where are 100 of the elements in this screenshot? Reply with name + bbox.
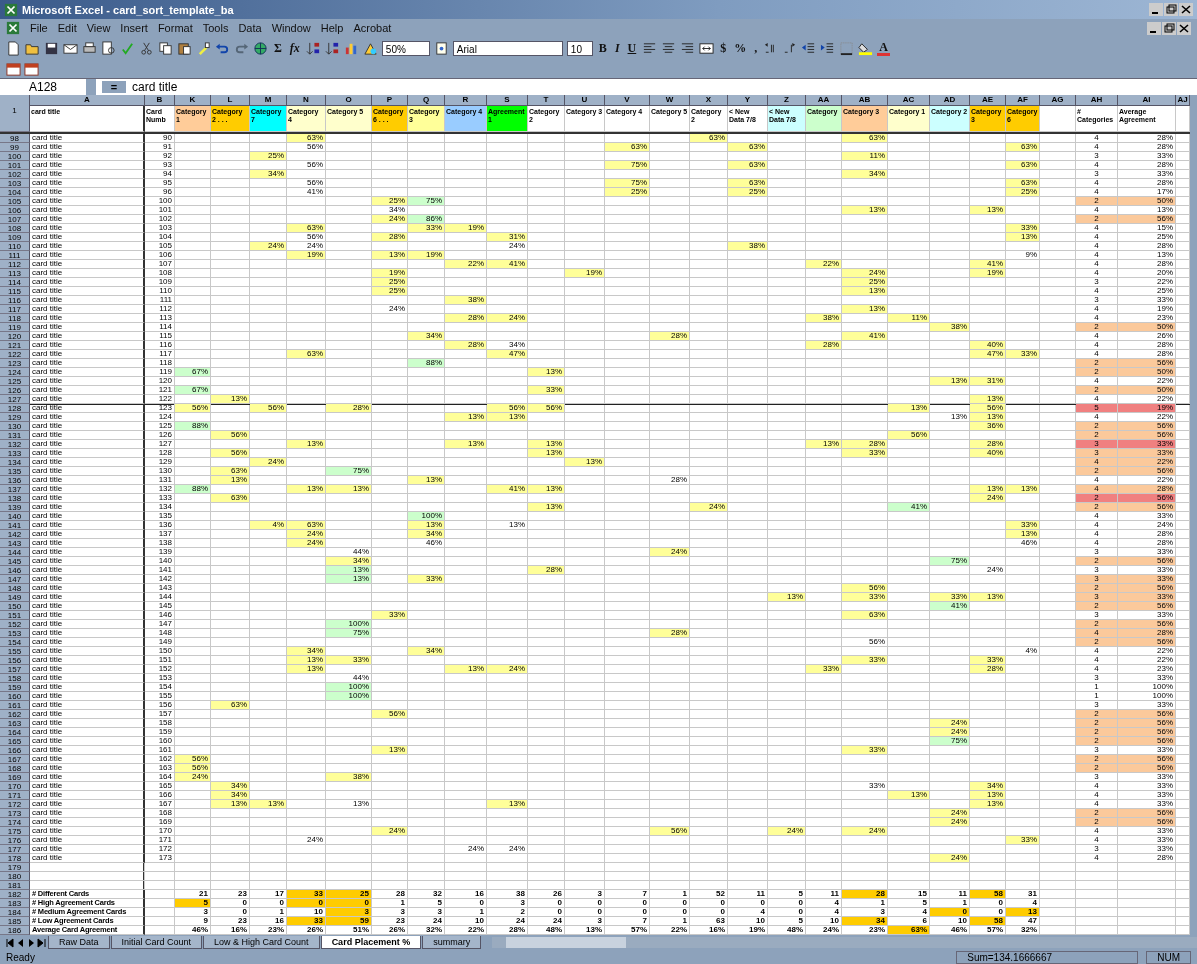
column-header[interactable]: Z bbox=[768, 95, 806, 106]
column-header[interactable]: AI bbox=[1118, 95, 1176, 106]
table-cell: 2 bbox=[1076, 584, 1118, 593]
comma-button[interactable]: , bbox=[752, 41, 760, 57]
column-header[interactable]: B bbox=[145, 95, 175, 106]
column-header[interactable]: AB bbox=[842, 95, 888, 106]
close-icon[interactable] bbox=[1179, 3, 1193, 17]
table-cell: 165 bbox=[145, 782, 175, 791]
menu-item[interactable]: View bbox=[86, 22, 111, 35]
minimize-icon[interactable] bbox=[1147, 21, 1161, 35]
brush-icon[interactable] bbox=[196, 41, 211, 57]
new-file-icon[interactable] bbox=[6, 41, 21, 57]
column-header[interactable]: X bbox=[690, 95, 728, 106]
copy-icon[interactable] bbox=[158, 41, 173, 57]
horizontal-scrollbar[interactable] bbox=[492, 937, 1197, 948]
column-header[interactable]: K bbox=[175, 95, 211, 106]
column-header[interactable]: O bbox=[326, 95, 372, 106]
table-cell: 33% bbox=[1118, 296, 1176, 305]
font-size-dropdown[interactable]: 10 bbox=[566, 41, 593, 57]
bold-button[interactable]: B bbox=[596, 41, 609, 57]
open-folder-icon[interactable] bbox=[25, 41, 40, 57]
column-header[interactable]: AJ bbox=[1176, 95, 1190, 106]
first-sheet-icon[interactable] bbox=[4, 936, 14, 949]
underline-button[interactable]: U bbox=[625, 41, 639, 57]
column-header[interactable]: AH bbox=[1076, 95, 1118, 106]
globe-icon[interactable] bbox=[253, 41, 268, 57]
sheet-tab[interactable]: Raw Data bbox=[48, 936, 110, 949]
merge-cells-icon[interactable] bbox=[699, 41, 715, 57]
restore-icon[interactable] bbox=[1162, 21, 1176, 35]
menu-item[interactable]: Help bbox=[320, 22, 344, 35]
menu-item[interactable]: Tools bbox=[202, 22, 229, 35]
row-header[interactable]: 1 bbox=[0, 106, 30, 132]
close-icon[interactable] bbox=[1177, 21, 1191, 35]
table-cell: 33% bbox=[372, 611, 408, 620]
fill-color-icon[interactable] bbox=[858, 41, 874, 57]
calendar-grid-icon[interactable] bbox=[24, 61, 39, 77]
column-header[interactable]: S bbox=[487, 95, 528, 106]
sort-descending-icon[interactable] bbox=[324, 41, 340, 57]
borders-icon[interactable] bbox=[839, 41, 855, 57]
menu-item[interactable]: Acrobat bbox=[353, 22, 392, 35]
minimize-icon[interactable] bbox=[1149, 3, 1163, 17]
next-sheet-icon[interactable] bbox=[26, 936, 36, 949]
table-cell: 173 bbox=[145, 854, 175, 863]
select-all-corner[interactable] bbox=[0, 95, 30, 106]
sheet-tab[interactable]: Card Placement % bbox=[320, 936, 422, 949]
function-button[interactable]: fx bbox=[287, 41, 302, 57]
font-color-button[interactable]: A bbox=[877, 41, 890, 57]
column-header[interactable]: W bbox=[650, 95, 690, 106]
menu-item[interactable]: Format bbox=[157, 22, 193, 35]
sort-ascending-icon[interactable] bbox=[305, 41, 321, 57]
paste-icon[interactable] bbox=[177, 41, 192, 57]
autosum-button[interactable]: Σ bbox=[272, 41, 284, 57]
column-header[interactable]: T bbox=[528, 95, 565, 106]
column-header[interactable]: N bbox=[287, 95, 326, 106]
column-header[interactable]: L bbox=[211, 95, 250, 106]
column-header[interactable]: AE bbox=[970, 95, 1006, 106]
restore-icon[interactable] bbox=[1164, 3, 1178, 17]
column-header[interactable]: AC bbox=[888, 95, 930, 106]
sheet-tab[interactable]: Initial Card Count bbox=[110, 936, 203, 949]
table-cell: 28% bbox=[1118, 134, 1176, 143]
table-cell: 33% bbox=[842, 593, 888, 602]
print-preview-icon[interactable] bbox=[101, 41, 116, 57]
currency-button[interactable]: $ bbox=[718, 41, 729, 57]
table-cell: 3 bbox=[1076, 575, 1118, 584]
column-header[interactable]: AF bbox=[1006, 95, 1040, 106]
last-sheet-icon[interactable] bbox=[37, 936, 47, 949]
column-header[interactable]: Y bbox=[728, 95, 768, 106]
menu-item[interactable]: Data bbox=[238, 22, 262, 35]
column-header[interactable]: AD bbox=[930, 95, 970, 106]
column-header[interactable]: AG bbox=[1040, 95, 1076, 106]
italic-button[interactable]: I bbox=[612, 41, 622, 57]
table-cell: 28% bbox=[1118, 260, 1176, 269]
shapes-icon[interactable] bbox=[362, 41, 378, 57]
column-header[interactable]: P bbox=[372, 95, 408, 106]
font-dropdown[interactable]: Arial bbox=[452, 41, 563, 57]
envelope-icon[interactable] bbox=[63, 41, 78, 57]
zoom-dropdown[interactable]: 50% bbox=[381, 41, 430, 57]
percent-button[interactable]: % bbox=[732, 41, 749, 57]
menu-item[interactable]: Insert bbox=[120, 22, 148, 35]
menu-item[interactable]: File bbox=[30, 22, 48, 35]
column-header[interactable]: U bbox=[565, 95, 605, 106]
column-header[interactable]: M bbox=[250, 95, 287, 106]
table-cell: 169 bbox=[145, 818, 175, 827]
help-icon[interactable] bbox=[433, 41, 449, 57]
table-cell: 24% bbox=[842, 827, 888, 836]
sheet-tab[interactable]: Low & High Card Count bbox=[203, 936, 320, 949]
column-header[interactable]: V bbox=[605, 95, 650, 106]
save-icon[interactable] bbox=[44, 41, 59, 57]
menu-item[interactable]: Edit bbox=[57, 22, 77, 35]
column-header[interactable]: A bbox=[30, 95, 145, 106]
column-header[interactable]: R bbox=[445, 95, 487, 106]
table-cell: 3 bbox=[1076, 593, 1118, 602]
chart-icon[interactable] bbox=[343, 41, 359, 57]
menu-item[interactable]: Window bbox=[271, 22, 311, 35]
column-header[interactable]: Q bbox=[408, 95, 445, 106]
table-cell: card title bbox=[30, 179, 145, 188]
spreadsheet-icon[interactable] bbox=[6, 21, 20, 36]
calendar-grid-icon[interactable] bbox=[6, 61, 21, 77]
formula-field[interactable]: card title bbox=[132, 79, 1197, 94]
sheet-tab[interactable]: summary bbox=[422, 936, 482, 949]
